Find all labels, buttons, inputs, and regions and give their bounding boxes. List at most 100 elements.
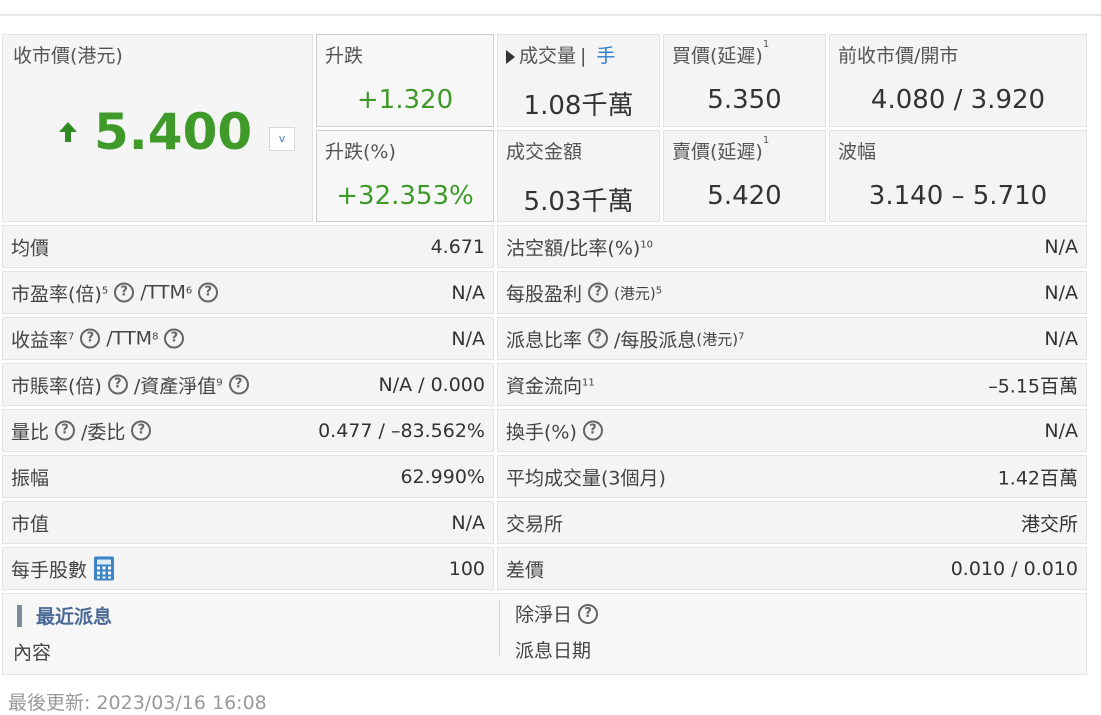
turnover-rate-value: N/A [1044, 419, 1078, 442]
change-pct-label: 升跌(%) [325, 141, 396, 163]
mcap-label: 市值 [11, 513, 50, 535]
help-icon[interactable]: ? [164, 328, 185, 349]
section-bar [17, 604, 22, 627]
bid-ratio-label: /委比 [81, 421, 126, 443]
change-pct-cell: 升跌(%) +32.353% [316, 130, 494, 222]
stat-row-flow: 資金流向 11 –5.15百萬 [497, 363, 1087, 406]
eps-footnote: 5 [655, 285, 663, 296]
volume-separator: | [580, 45, 587, 67]
eps-label-group: 每股盈利? (港元) 5 [506, 279, 662, 306]
avg-price-value: 4.671 [430, 235, 485, 258]
flow-label: 資金流向 [506, 375, 583, 397]
stat-row-payout: 派息比率?/每股派息 (港元) 7 N/A [497, 317, 1087, 360]
stat-row-short: 沽空額/比率(%) 10 N/A [497, 225, 1087, 268]
bid-footnote: 1 [762, 39, 770, 50]
help-icon[interactable]: ? [228, 374, 249, 395]
amplitude-value: 62.990% [400, 465, 485, 488]
pe-ttm-label: /TTM [140, 281, 186, 304]
dividend-title-group: 最近派息 [17, 602, 112, 629]
range-label: 波幅 [838, 141, 877, 163]
stat-row-vol-ratio: 量比?/委比? 0.477 / –83.562% [2, 409, 494, 452]
stat-row-mcap: 市值 N/A [2, 501, 494, 544]
stat-row-lot: 每手股數 100 [2, 547, 494, 590]
change-label: 升跌 [325, 45, 364, 67]
payout-label-group: 派息比率?/每股派息 (港元) 7 [506, 325, 745, 352]
flow-label-group: 資金流向 11 [506, 371, 595, 398]
stat-row-eps: 每股盈利? (港元) 5 N/A [497, 271, 1087, 314]
up-arrow-icon [59, 122, 77, 142]
short-label-group: 沽空額/比率(%) 10 [506, 233, 653, 260]
spread-value: 0.010 / 0.010 [950, 557, 1078, 580]
exchange-value: 港交所 [1020, 513, 1078, 535]
lot-label: 每手股數 [11, 559, 88, 581]
volume-unit-link[interactable]: 手 [596, 45, 615, 67]
stat-row-exchange: 交易所 港交所 [497, 501, 1087, 544]
pb-value: N/A / 0.000 [378, 373, 486, 396]
bid-cell: 買價(延遲)1 5.350 [663, 34, 826, 127]
close-price-cell: 收市價(港元) 5.400 v [2, 34, 313, 222]
avg-price-label: 均價 [11, 237, 50, 259]
range-cell: 波幅 3.140 – 5.710 [829, 130, 1087, 222]
bid-value: 5.350 [707, 85, 782, 115]
yield-label: 收益率 [11, 329, 69, 351]
payout-unit: (港元) [696, 330, 739, 348]
help-icon[interactable]: ? [588, 328, 609, 349]
vol-ratio-label: 量比 [11, 421, 50, 443]
help-icon[interactable]: ? [578, 603, 599, 624]
pe-footnote: 5 [101, 285, 109, 296]
lot-value: 100 [448, 557, 485, 580]
pe-label-group: 市盈率(倍) 5?/TTM 6? [11, 279, 224, 306]
stat-row-turnover-rate: 換手(%)? N/A [497, 409, 1087, 452]
payout-value: N/A [1044, 327, 1078, 350]
ask-label-group: 賣價(延遲)1 [672, 135, 769, 164]
yield-footnote: 7 [68, 331, 75, 342]
change-cell: 升跌 +1.320 [316, 34, 494, 127]
pb-label: 市賬率(倍) [11, 375, 102, 397]
lot-label-group: 每手股數 [11, 555, 115, 582]
dividend-title: 最近派息 [36, 606, 113, 628]
pe-label: 市盈率(倍) [11, 283, 102, 305]
yield-ttm-label: /TTM [106, 327, 153, 350]
avg-vol-label: 平均成交量(3個月) [506, 467, 666, 489]
ask-value: 5.420 [707, 181, 782, 211]
mcap-value: N/A [451, 511, 485, 534]
stat-row-yield: 收益率 7?/TTM 8? N/A [2, 317, 494, 360]
short-label: 沽空額/比率(%) [506, 237, 641, 259]
price-dropdown-button[interactable]: v [269, 127, 295, 151]
amplitude-label: 振幅 [11, 467, 50, 489]
help-icon[interactable]: ? [107, 374, 128, 395]
prev-open-value: 4.080 / 3.920 [870, 85, 1046, 115]
pay-date-label: 派息日期 [515, 640, 592, 662]
pb-nav-label: /資產淨值 [133, 375, 217, 397]
bid-label-group: 買價(延遲)1 [672, 39, 770, 68]
yield-label-group: 收益率 7?/TTM 8? [11, 325, 190, 352]
help-icon[interactable]: ? [80, 328, 101, 349]
ex-date-group: 除淨日? [515, 600, 604, 627]
yield-ttm-footnote: 8 [152, 331, 159, 342]
turnover-rate-label-group: 換手(%)? [506, 417, 609, 444]
help-icon[interactable]: ? [582, 420, 603, 441]
close-price: 5.400 [94, 103, 253, 161]
stat-row-pb: 市賬率(倍)?/資產淨值 9? N/A / 0.000 [2, 363, 494, 406]
spread-label: 差價 [506, 559, 545, 581]
recent-dividend-panel: 最近派息 內容 除淨日? 派息日期 [2, 593, 1087, 675]
help-icon[interactable]: ? [198, 282, 219, 303]
last-updated: 最後更新: 2023/03/16 16:08 [8, 692, 267, 714]
turnover-value: 5.03千萬 [523, 187, 634, 217]
pe-ttm-footnote: 6 [185, 285, 193, 296]
expand-triangle-icon[interactable] [506, 49, 515, 64]
help-icon[interactable]: ? [114, 282, 135, 303]
change-pct-value: +32.353% [336, 181, 474, 211]
volume-label-group: 成交量 | 手 [506, 41, 615, 68]
stat-row-avg-vol: 平均成交量(3個月) 1.42百萬 [497, 455, 1087, 498]
short-value: N/A [1044, 235, 1078, 258]
help-icon[interactable]: ? [131, 420, 152, 441]
yield-value: N/A [451, 327, 485, 350]
help-icon[interactable]: ? [55, 420, 76, 441]
calculator-icon[interactable] [93, 556, 115, 582]
volume-label: 成交量 [519, 45, 577, 67]
eps-unit: (港元) [614, 284, 656, 302]
flow-value: –5.15百萬 [988, 375, 1078, 397]
help-icon[interactable]: ? [588, 282, 609, 303]
exchange-label: 交易所 [506, 513, 564, 535]
